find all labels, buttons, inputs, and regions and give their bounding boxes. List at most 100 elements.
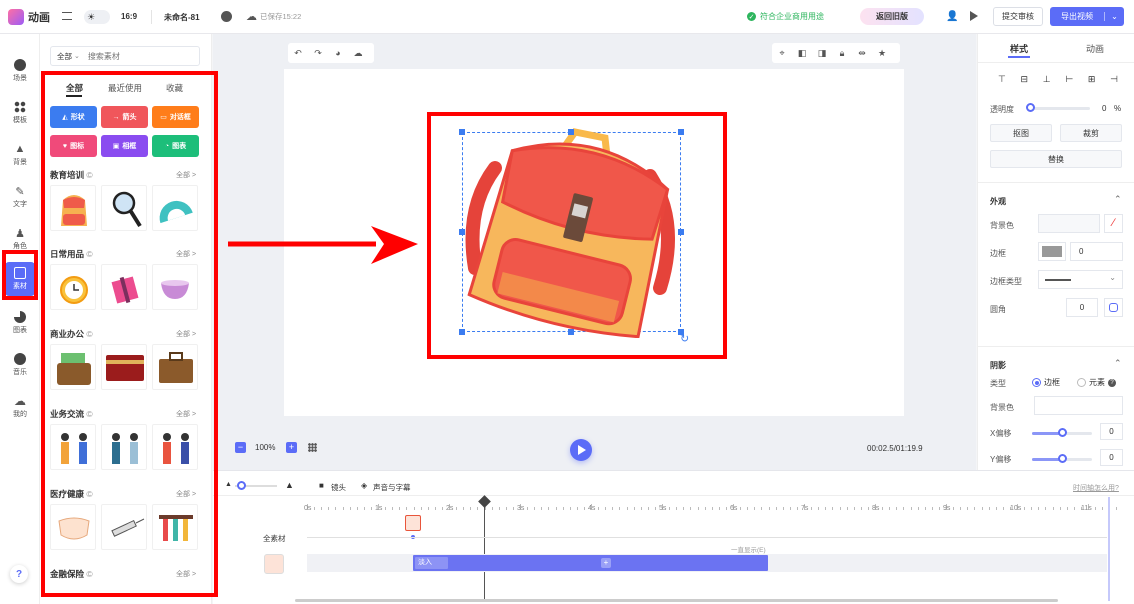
thumb-people-meeting[interactable] (50, 424, 96, 470)
cutout-button[interactable]: 抠图 (990, 124, 1052, 142)
thumb-protractor[interactable] (152, 185, 198, 231)
grid-icon[interactable] (308, 443, 317, 452)
resize-handle[interactable] (568, 329, 574, 335)
rotate-handle-icon[interactable]: ↻ (680, 332, 689, 345)
fade-in-chip[interactable]: 淡入 (415, 557, 448, 569)
align-top-icon[interactable]: ⊤ (998, 74, 1006, 85)
tab-style[interactable]: 样式 (1010, 42, 1028, 55)
y-offset-input[interactable]: 0 (1100, 449, 1123, 466)
shadow-color-picker[interactable] (1034, 396, 1123, 415)
keyframe-thumbnail[interactable] (405, 515, 421, 531)
align-middle-icon[interactable]: ⊟ (1021, 74, 1029, 85)
y-offset-thumb[interactable] (1058, 454, 1067, 463)
timeline-scrollbar[interactable] (295, 599, 1058, 602)
thumb-gift[interactable] (101, 264, 147, 310)
nav-scene[interactable]: 场景 (0, 52, 40, 90)
category-frame[interactable]: ▣ 相框 (101, 135, 148, 157)
nav-chart[interactable]: 图表 (0, 304, 40, 342)
tab-recent[interactable]: 最近使用 (108, 82, 142, 94)
search-input[interactable] (87, 51, 188, 61)
resize-handle[interactable] (678, 129, 684, 135)
section-all-link[interactable]: 全部 > (176, 489, 196, 499)
section-all-link[interactable]: 全部 > (176, 569, 196, 579)
theme-toggle[interactable]: ☀ (84, 10, 110, 24)
opacity-value[interactable]: 0 (1102, 104, 1106, 113)
lens-button[interactable]: 镜头 (331, 482, 346, 493)
filter-select[interactable]: 全部 (57, 51, 72, 62)
nav-music[interactable]: 音乐 (0, 346, 40, 384)
x-offset-input[interactable]: 0 (1100, 423, 1123, 440)
section-all-link[interactable]: 全部 > (176, 170, 196, 180)
zoom-out-button[interactable]: − (235, 442, 246, 453)
resize-handle[interactable] (459, 229, 465, 235)
border-color-picker[interactable] (1038, 242, 1066, 261)
align-left-icon[interactable]: ⊢ (1065, 74, 1073, 85)
redo-icon[interactable]: ↷ (308, 43, 328, 63)
replace-button[interactable]: 替换 (990, 150, 1122, 168)
category-arrow[interactable]: → 箭头 (101, 106, 148, 128)
nav-character[interactable]: ♟ 角色 (0, 220, 40, 258)
doc-name[interactable]: 未命名-81 (164, 12, 200, 23)
category-chart[interactable]: ◔ 图表 (152, 135, 199, 157)
submit-review-button[interactable]: 提交审核 (993, 7, 1043, 26)
nav-material[interactable]: 素材 (5, 262, 35, 296)
play-preview-icon[interactable] (970, 11, 978, 21)
align-bottom-icon[interactable]: ⊥ (1043, 74, 1051, 85)
cloud-upload-icon[interactable]: ☁ (348, 43, 368, 63)
export-video-button[interactable]: 导出视频 ⌄ (1050, 7, 1124, 26)
tab-favorites[interactable]: 收藏 (166, 82, 183, 94)
location-icon[interactable]: ⌖ (772, 43, 792, 63)
radius-corner-toggle[interactable] (1104, 298, 1123, 317)
help-icon[interactable]: ? (1108, 378, 1116, 387)
audio-subtitle-button[interactable]: 声音与字幕 (373, 482, 411, 493)
app-logo[interactable]: 动画 (8, 9, 50, 25)
thumb-mask[interactable] (50, 504, 96, 550)
palette-icon[interactable]: ◕ (328, 43, 348, 63)
timeline-help-link[interactable]: 时间轴怎么用? (1073, 483, 1119, 493)
thumb-test-tubes[interactable] (152, 504, 198, 550)
add-animation-icon[interactable]: + (601, 558, 611, 568)
align-right-icon[interactable]: ⊣ (1110, 74, 1118, 85)
track-thumbnail[interactable] (264, 554, 284, 574)
crop-button[interactable]: 裁剪 (1060, 124, 1122, 142)
clip-bar[interactable]: 淡入 + (413, 555, 768, 571)
radius-input[interactable]: 0 (1066, 298, 1098, 317)
border-type-select[interactable]: ⌄ (1038, 270, 1123, 289)
opacity-slider[interactable] (1028, 107, 1090, 110)
resize-handle[interactable] (459, 329, 465, 335)
layer-down-icon[interactable]: ◨ (812, 43, 832, 63)
chevron-up-icon[interactable]: ⌃ (1114, 194, 1122, 205)
category-icon[interactable]: ♥ 图标 (50, 135, 97, 157)
tab-animation[interactable]: 动画 (1086, 42, 1104, 55)
section-all-link[interactable]: 全部 > (176, 249, 196, 259)
aspect-ratio[interactable]: 16:9 (121, 12, 137, 21)
border-width-input[interactable]: 0 (1070, 242, 1123, 261)
thumb-briefcase[interactable] (152, 344, 198, 390)
thumb-teacup[interactable] (152, 264, 198, 310)
nav-template[interactable]: 模板 (0, 94, 40, 132)
align-center-icon[interactable]: ⊞ (1088, 74, 1096, 85)
thumb-alarm-clock[interactable] (50, 264, 96, 310)
section-all-link[interactable]: 全部 > (176, 329, 196, 339)
bg-color-picker[interactable] (1038, 214, 1100, 233)
category-shape[interactable]: ◭ 形状 (50, 106, 97, 128)
timeline-zoom-thumb[interactable] (237, 481, 246, 490)
opacity-slider-thumb[interactable] (1026, 103, 1035, 112)
thumb-card[interactable] (101, 344, 147, 390)
flip-icon[interactable]: ⇹ (852, 43, 872, 63)
category-dialog[interactable]: ▭ 对话框 (152, 106, 199, 128)
playhead[interactable] (484, 497, 485, 601)
zoom-small-icon[interactable]: ▲ (225, 481, 232, 488)
nav-mine[interactable]: ☁ 我的 (0, 388, 40, 426)
resize-handle[interactable] (459, 129, 465, 135)
backpack-image[interactable] (455, 128, 690, 338)
no-color-icon[interactable]: ∕ (1104, 214, 1123, 233)
thumb-team[interactable] (152, 424, 198, 470)
thumb-magnifier[interactable] (101, 185, 147, 231)
lock-icon[interactable]: 🔒︎ (832, 43, 852, 63)
thumb-backpack[interactable] (50, 185, 96, 231)
radio-element[interactable]: 元素 ? (1077, 377, 1116, 388)
back-old-version-button[interactable]: 返回旧版 (860, 8, 924, 25)
star-icon[interactable]: ★ (872, 43, 892, 63)
radio-border[interactable]: 边框 (1032, 377, 1060, 388)
